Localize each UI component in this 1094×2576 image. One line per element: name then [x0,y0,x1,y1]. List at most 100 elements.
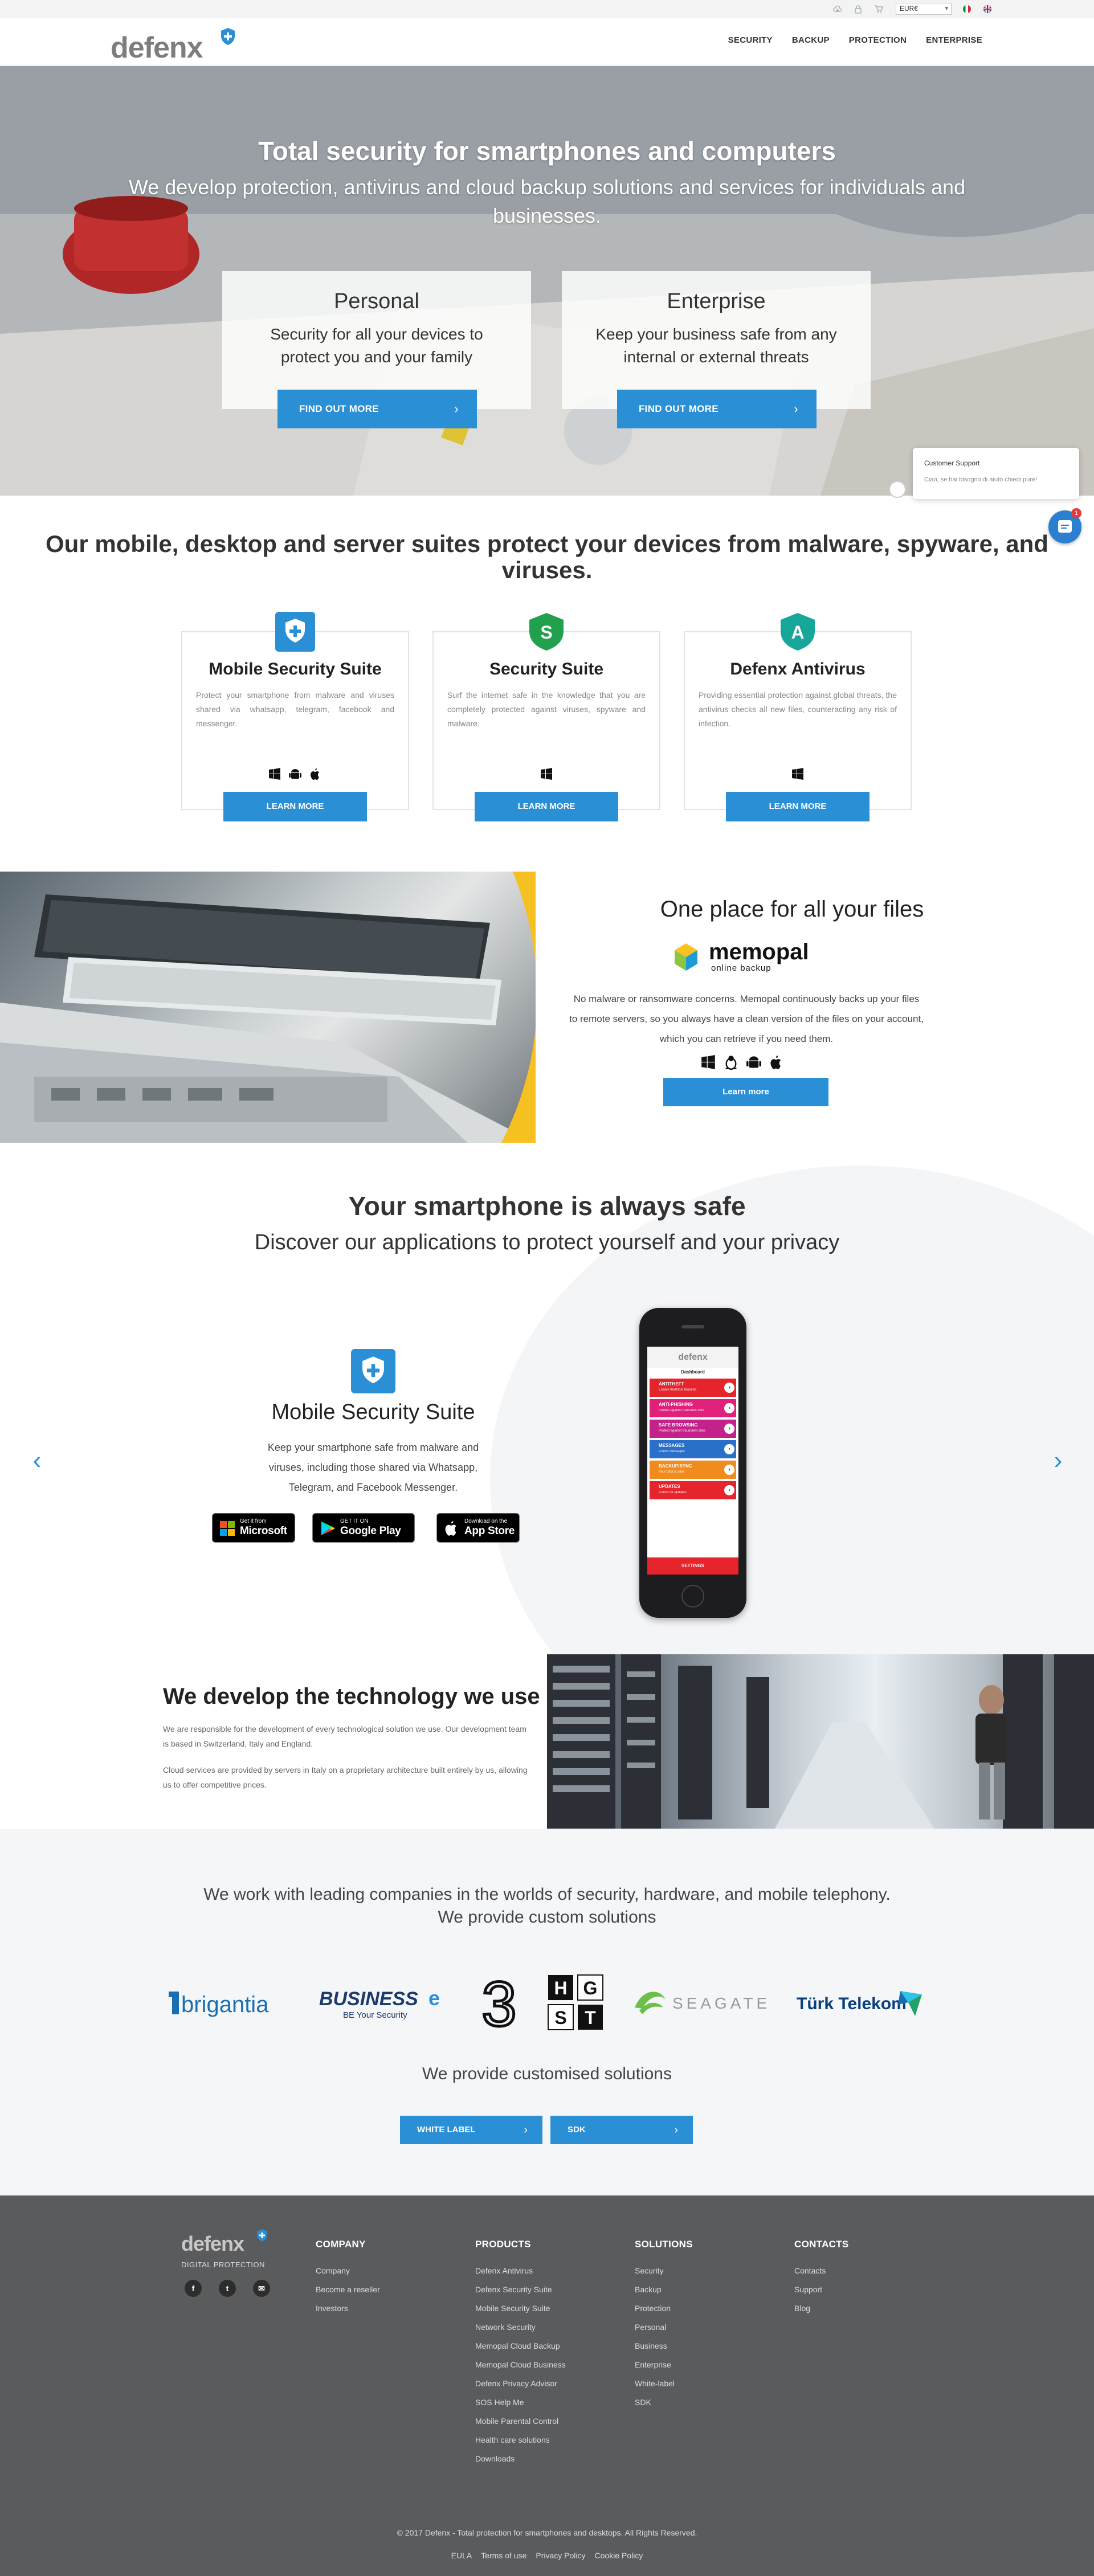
phone-app-logo: defenx [647,1347,738,1368]
white-label-button[interactable]: WHITE LABEL › [400,2116,542,2144]
svg-text:e: e [428,1986,440,2010]
devices-image [0,872,536,1143]
personal-find-out-more-button[interactable]: FIND OUT MORE › [277,390,477,428]
italian-flag-icon[interactable] [963,5,971,13]
card-title: Security Suite [489,660,604,678]
chat-popup[interactable]: Customer Support Ciao, se hai bisogno di… [913,448,1079,499]
nav-backup[interactable]: BACKUP [792,35,830,45]
footer-link[interactable]: Enterprise [635,2356,693,2374]
footer-link[interactable]: Personal [635,2318,693,2337]
footer-link[interactable]: Backup [635,2280,693,2299]
nav-protection[interactable]: PROTECTION [849,35,907,45]
partners-text: We work with leading companies in the wo… [203,1885,891,1927]
chevron-right-icon: › [674,2124,678,2136]
chevron-right-icon: › [454,402,459,416]
footer-link[interactable]: Defenx Privacy Advisor [475,2374,566,2393]
chat-unread-badge: 1 [1071,508,1081,518]
enterprise-find-out-more-button[interactable]: FIND OUT MORE › [617,390,817,428]
footer-link[interactable]: Network Security [475,2318,566,2337]
twitter-icon[interactable]: t [219,2280,236,2297]
memopal-logo: memopal online backup [672,939,820,976]
windows-icon [701,1055,715,1069]
security-suite-learn-more-button[interactable]: LEARN MORE [475,792,618,821]
svg-text:S: S [540,622,552,643]
footer-tagline: DIGITAL PROTECTION [181,2260,265,2269]
footer-link[interactable]: Defenx Security Suite [475,2280,566,2299]
footer-products-column: PRODUCTS Defenx Antivirus Defenx Securit… [475,2239,566,2468]
carousel-prev-arrow[interactable]: ‹ [28,1448,46,1473]
android-icon [746,1056,761,1068]
microsoft-store-badge[interactable]: Get it from Microsoft [212,1513,295,1543]
footer-link[interactable]: Mobile Security Suite [475,2299,566,2318]
footer-link[interactable]: SOS Help Me [475,2393,566,2412]
smartphone-subtitle: Discover our applications to protect you… [254,1230,840,1254]
english-flag-icon[interactable] [983,5,991,13]
phone-menu-row: UPDATES Check for updates › [650,1481,736,1499]
copyright-text: © 2017 Defenx - Total protection for sma… [397,2528,697,2537]
footer-logo[interactable]: defenx [181,2229,272,2255]
footer-link[interactable]: Defenx Antivirus [475,2262,566,2280]
cookie-link[interactable]: Cookie Policy [595,2551,643,2560]
eula-link[interactable]: EULA [451,2551,472,2560]
footer-link[interactable]: SDK [635,2393,693,2412]
nav-security[interactable]: SECURITY [728,35,773,45]
lock-icon[interactable] [854,5,863,14]
nav-enterprise[interactable]: ENTERPRISE [926,35,982,45]
chat-message: Ciao, se hai bisogno di aiuto chiedi pur… [924,476,1038,483]
footer-link[interactable]: White-label [635,2374,693,2393]
footer-link[interactable]: Protection [635,2299,693,2318]
cloud-download-icon[interactable] [833,5,842,14]
defenx-logo[interactable]: defenx [111,27,247,63]
footer-link[interactable]: Support [794,2280,849,2299]
cart-icon[interactable] [874,5,883,14]
footer-link[interactable]: Security [635,2262,693,2280]
chevron-right-icon: › [794,402,798,416]
email-icon[interactable]: ✉ [253,2280,270,2297]
sdk-button[interactable]: SDK › [550,2116,693,2144]
three-logo: 3 [472,1971,526,2034]
main-nav: SECURITY BACKUP PROTECTION ENTERPRISE [728,35,982,45]
google-play-icon [321,1522,335,1535]
privacy-link[interactable]: Privacy Policy [536,2551,585,2560]
site-header: defenx SECURITY BACKUP PROTECTION ENTERP… [0,18,1094,66]
footer-link[interactable]: Health care solutions [475,2431,566,2450]
svg-text:online backup: online backup [711,963,771,973]
site-footer: defenx DIGITAL PROTECTION f t ✉ COMPANY … [0,2195,1094,2576]
microsoft-logo-icon [220,1521,235,1536]
memopal-learn-more-button[interactable]: Learn more [663,1078,828,1106]
app-store-badge[interactable]: Download on the App Store [436,1513,520,1543]
phone-menu-row: MESSAGES Check messages › [650,1440,736,1458]
footer-link[interactable]: Memopal Cloud Backup [475,2337,566,2356]
facebook-icon[interactable]: f [185,2280,202,2297]
technology-text-1: We are responsible for the development o… [163,1724,526,1748]
footer-link[interactable]: Downloads [475,2450,566,2468]
footer-link[interactable]: Company [316,2262,380,2280]
footer-link[interactable]: Become a reseller [316,2280,380,2299]
files-text: No malware or ransomware concerns. Memop… [569,993,924,1044]
terms-link[interactable]: Terms of use [481,2551,526,2560]
phone-home-button [681,1585,704,1608]
currency-select[interactable]: EUR€ [896,3,952,15]
footer-link[interactable]: Blog [794,2299,849,2318]
footer-link[interactable]: Mobile Parental Control [475,2412,566,2431]
enterprise-card-title: Enterprise [667,289,766,313]
footer-link[interactable]: Memopal Cloud Business [475,2356,566,2374]
windows-icon [792,768,803,780]
legal-links: EULA Terms of use Privacy Policy Cookie … [0,2551,1094,2560]
footer-link[interactable]: Business [635,2337,693,2356]
phone-menu-row: SAFE BROWSING Protect against fraudulent … [650,1420,736,1438]
chevron-right-icon: › [524,2124,528,2136]
technology-text-2: Cloud services are provided by servers i… [163,1765,528,1789]
technology-title: We develop the technology we use [163,1684,540,1709]
mobile-security-suite-learn-more-button[interactable]: LEARN MORE [223,792,367,821]
phone-menu-row: BACKUP/SYNC Your data is safe › [650,1461,736,1479]
carousel-next-arrow[interactable]: › [1050,1448,1067,1473]
hgst-logo: HGST [547,1971,604,2034]
apple-icon [311,768,319,780]
footer-link[interactable]: Investors [316,2299,380,2318]
google-play-badge[interactable]: GET IT ON Google Play [312,1513,415,1543]
footer-link[interactable]: Contacts [794,2262,849,2280]
smartphone-title: Your smartphone is always safe [348,1191,746,1221]
defenx-antivirus-learn-more-button[interactable]: LEARN MORE [726,792,870,821]
card-title: Mobile Security Suite [209,660,382,678]
